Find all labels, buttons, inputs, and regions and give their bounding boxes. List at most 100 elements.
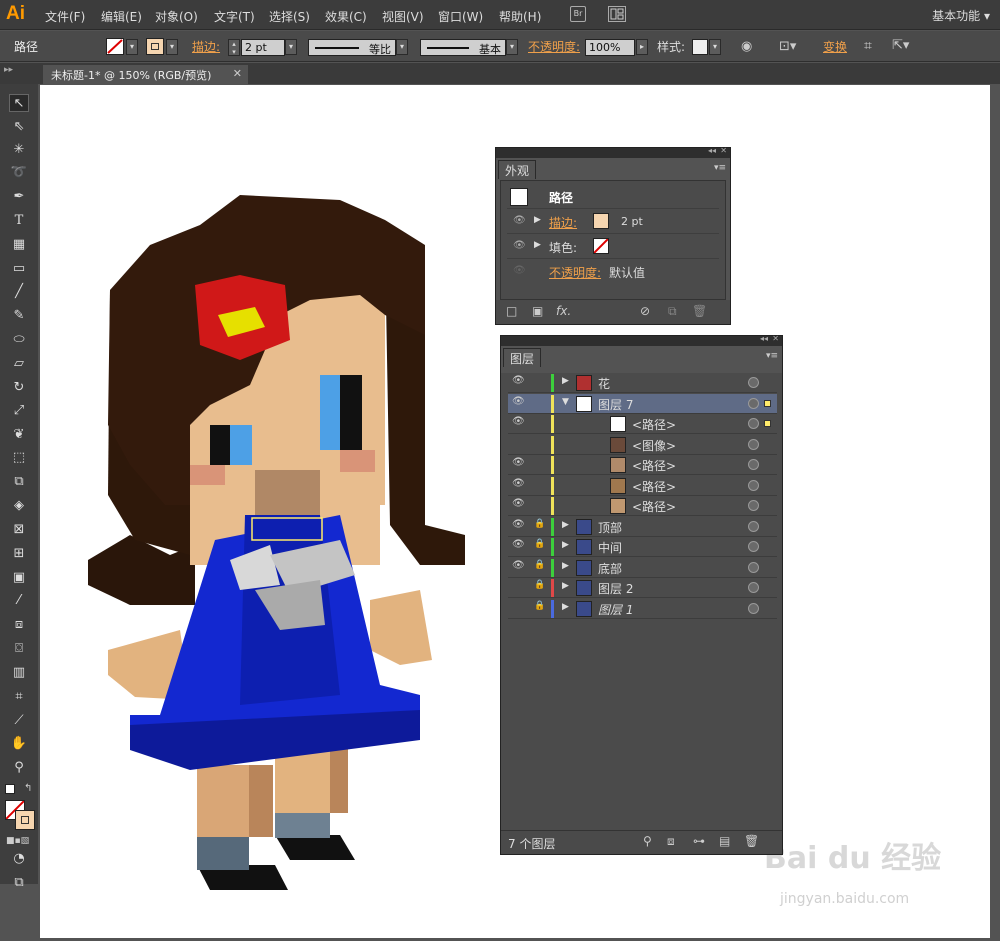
eye-icon[interactable]: 👁 xyxy=(512,375,525,386)
add-fill-icon[interactable]: ▣ xyxy=(532,304,543,318)
fill-dropdown[interactable]: ▾ xyxy=(126,39,138,55)
stroke-swatch[interactable] xyxy=(146,38,164,55)
opacity-dropdown[interactable]: ▸ xyxy=(636,39,648,55)
expand-triangle-icon[interactable]: ▶ xyxy=(562,561,569,571)
layer-name[interactable]: 顶部 xyxy=(598,519,622,536)
menu-effect[interactable]: 效果(C) xyxy=(325,8,367,25)
free-transform-tool-icon[interactable]: ⬚ xyxy=(9,449,29,467)
blob-brush-tool-icon[interactable]: ⬭ xyxy=(9,331,29,349)
menu-edit[interactable]: 编辑(E) xyxy=(101,8,142,25)
fill-swatch[interactable] xyxy=(593,238,609,254)
layer-row[interactable]: 🔒 ▶ 图层 2 xyxy=(508,578,777,598)
target-icon[interactable] xyxy=(748,582,759,593)
target-icon[interactable] xyxy=(748,520,759,532)
opacity-label[interactable]: 不透明度: xyxy=(528,38,580,55)
eye-icon[interactable]: 👁 xyxy=(513,215,526,226)
selection-tool-icon[interactable]: ↖ xyxy=(9,94,29,112)
panel-menu-icon[interactable]: ⇱▾ xyxy=(892,38,909,53)
eye-icon[interactable]: 👁 xyxy=(512,498,525,509)
target-icon[interactable] xyxy=(748,479,759,491)
layer-name[interactable]: 底部 xyxy=(598,560,622,577)
swap-colors-icon[interactable]: ↰ xyxy=(24,783,32,794)
panel-menu-icon[interactable]: ▾≡ xyxy=(714,163,726,173)
stroke-swatch[interactable] xyxy=(593,213,609,229)
add-stroke-icon[interactable]: □ xyxy=(506,304,517,318)
document-tab[interactable]: 未标题-1* @ 150% (RGB/预览) ✕ xyxy=(43,65,248,84)
target-icon[interactable] xyxy=(748,459,759,470)
opacity-attribute-label[interactable]: 不透明度: xyxy=(549,264,601,281)
stroke-label[interactable]: 描边: xyxy=(192,38,220,55)
variable-width-profile[interactable]: 等比 xyxy=(308,39,396,56)
recolor-artwork-icon[interactable]: ◉ xyxy=(741,39,752,54)
menu-type[interactable]: 文字(T) xyxy=(214,8,255,25)
layer-row[interactable]: 👁 <路径> xyxy=(508,476,777,496)
clear-appearance-icon[interactable]: ⊘ xyxy=(640,304,650,318)
menu-view[interactable]: 视图(V) xyxy=(382,8,424,25)
expand-triangle-icon[interactable]: ▶ xyxy=(562,376,569,386)
hand-tool-icon[interactable]: ✋ xyxy=(9,735,29,753)
layer-row[interactable]: 👁 ▶ 花 xyxy=(508,373,777,393)
collapse-icon[interactable]: ◂◂ xyxy=(760,334,768,343)
delete-item-icon[interactable]: 🗑 xyxy=(692,304,707,318)
close-panel-icon[interactable]: ✕ xyxy=(720,146,727,155)
gradient-tool-icon[interactable]: ▣ xyxy=(9,569,29,587)
style-dropdown[interactable]: ▾ xyxy=(709,39,721,55)
layer-name[interactable]: 中间 xyxy=(598,539,622,556)
lock-icon[interactable]: 🔒 xyxy=(534,601,545,611)
menu-object[interactable]: 对象(O) xyxy=(155,8,198,25)
isolate-icon[interactable]: ⌗ xyxy=(864,38,872,54)
target-icon[interactable] xyxy=(748,500,759,511)
bridge-icon[interactable]: Br xyxy=(570,6,586,22)
collapse-icon[interactable]: ◂◂ xyxy=(708,146,716,155)
layer-name[interactable]: 花 xyxy=(598,375,610,392)
layer-name[interactable]: <路径> xyxy=(632,457,676,474)
pencil-tool-icon[interactable]: ✎ xyxy=(9,307,29,325)
eye-icon[interactable]: 👁 xyxy=(512,539,525,550)
stroke-attribute-label[interactable]: 描边: xyxy=(549,214,577,231)
workspace-switcher[interactable]: 基本功能 ▾ xyxy=(932,7,990,24)
close-icon[interactable]: ✕ xyxy=(233,67,242,80)
target-icon[interactable] xyxy=(748,397,759,409)
expand-triangle-icon[interactable]: ▶ xyxy=(534,215,541,225)
add-effect-icon[interactable]: fx. xyxy=(556,304,571,318)
expand-triangle-icon[interactable]: ▶ xyxy=(562,602,569,612)
menu-help[interactable]: 帮助(H) xyxy=(499,8,541,25)
warp-tool-icon[interactable]: ❦ xyxy=(9,426,29,444)
tab-layers[interactable]: 图层 xyxy=(503,348,542,367)
appearance-fill-row[interactable]: 👁 ▶ 填色: xyxy=(507,235,719,259)
layer-name[interactable]: <图像> xyxy=(632,437,676,454)
default-colors-icon[interactable] xyxy=(5,784,15,794)
selection-indicator[interactable] xyxy=(764,399,771,407)
graphic-style-swatch[interactable] xyxy=(692,39,708,55)
locate-object-icon[interactable]: ⚲ xyxy=(643,834,652,848)
eye-icon[interactable]: 👁 xyxy=(512,478,525,489)
target-icon[interactable] xyxy=(748,418,759,429)
opacity-input[interactable]: 100% xyxy=(585,39,635,56)
layer-name[interactable]: <路径> xyxy=(632,478,676,495)
menu-file[interactable]: 文件(F) xyxy=(45,8,85,25)
lock-icon[interactable]: 🔒 xyxy=(534,539,545,549)
stroke-weight-value[interactable]: 2 pt xyxy=(621,215,643,228)
zoom-tool-icon[interactable]: ⚲ xyxy=(9,759,29,777)
target-icon[interactable] xyxy=(748,561,759,573)
arrange-documents-icon[interactable] xyxy=(608,6,626,22)
appearance-object-row[interactable]: 路径 xyxy=(507,185,719,209)
transform-label[interactable]: 变换 xyxy=(823,38,847,55)
tab-appearance[interactable]: 外观 xyxy=(498,160,537,179)
layer-row[interactable]: 👁 🔒 ▶ 中间 xyxy=(508,537,777,557)
artboard-tool-icon[interactable]: ⌗ xyxy=(9,688,29,706)
symbol-sprayer-tool-icon[interactable]: ⌼ xyxy=(9,640,29,658)
stroke-stepper[interactable]: ▴ ▾ xyxy=(228,39,240,56)
eye-icon[interactable]: 👁 xyxy=(513,240,526,251)
panel-menu-icon[interactable]: ▾≡ xyxy=(766,351,778,361)
close-panel-icon[interactable]: ✕ xyxy=(772,334,779,343)
layer-row[interactable]: 👁 <路径> xyxy=(508,414,777,434)
eye-icon[interactable]: 👁 xyxy=(512,396,525,407)
selection-indicator[interactable] xyxy=(764,420,771,427)
brush-dropdown[interactable]: ▾ xyxy=(506,39,518,55)
target-icon[interactable] xyxy=(748,438,759,450)
lock-icon[interactable]: 🔒 xyxy=(534,560,545,570)
layer-name[interactable]: <路径> xyxy=(632,416,676,433)
eye-icon[interactable]: 👁 xyxy=(512,519,525,530)
collapse-toolbar-icon[interactable]: ▸▸ xyxy=(4,65,13,75)
